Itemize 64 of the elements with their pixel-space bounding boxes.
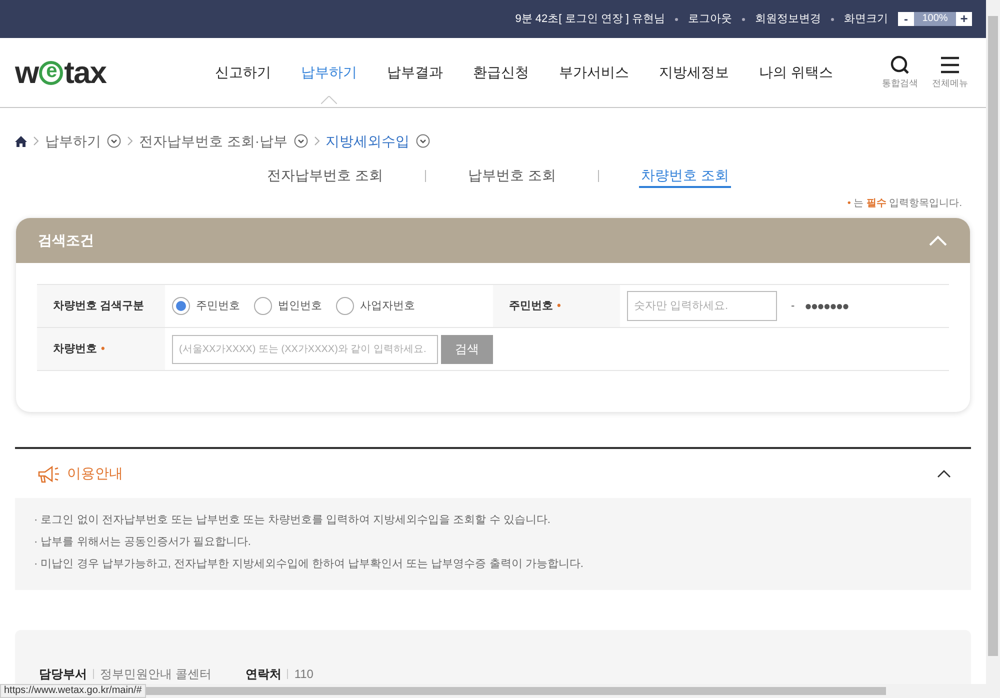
chevron-down-icon	[416, 134, 430, 148]
search-icon	[890, 54, 910, 75]
panel-title: 검색조건	[38, 231, 94, 250]
tab[interactable]: 납부번호 조회	[466, 164, 558, 188]
radio-button[interactable]	[172, 297, 190, 315]
breadcrumb-link[interactable]: 전자납부번호 조회·납부	[139, 130, 288, 152]
tab-pointer-icon	[321, 96, 337, 104]
status-url-tooltip: https://www.wetax.go.kr/main/#	[0, 684, 146, 698]
chevron-down-icon	[294, 134, 308, 148]
breadcrumb-link[interactable]: 지방세외수입	[326, 130, 410, 152]
contact-value: 110	[294, 666, 314, 683]
required-note: • 는 필수 입력항목입니다.	[847, 197, 962, 210]
menu-button[interactable]: 전체메뉴	[932, 54, 968, 90]
nav-item[interactable]: 납부하기	[301, 62, 357, 83]
input-field[interactable]: 숫자만 입력하세요.	[627, 291, 777, 321]
megaphone-icon	[37, 464, 61, 482]
search-button[interactable]: 통합검색	[882, 54, 918, 90]
tab[interactable]: 전자납부번호 조회	[265, 164, 386, 188]
section-title: 이용안내	[67, 464, 123, 483]
separator-dot-icon	[831, 18, 834, 20]
collapse-button[interactable]	[937, 468, 951, 478]
masked-digits: ●●●●●●●	[804, 298, 848, 315]
zoom-value: 100%	[914, 12, 956, 26]
nav-item[interactable]: 납부결과	[387, 62, 443, 83]
nav-item[interactable]: 나의 위택스	[759, 62, 833, 83]
top-link[interactable]: 회원정보변경	[755, 10, 821, 28]
breadcrumb-link[interactable]: 납부하기	[45, 130, 101, 152]
nav-item[interactable]: 신고하기	[215, 62, 271, 83]
field-label: 차량번호 검색구분	[37, 285, 165, 327]
zoom-out-button[interactable]: -	[898, 12, 914, 26]
separator-dot-icon	[675, 18, 678, 20]
zoom-in-button[interactable]: +	[956, 12, 972, 26]
separator-dot-icon	[742, 18, 745, 20]
guide-text: · 미납인 경우 납부가능하고, 전자납부한 지방세외수입에 한하여 납부확인서 또는 납부영수증 출력이 가능합니다.	[34, 557, 584, 572]
chevron-up-icon	[928, 234, 948, 248]
radio-button[interactable]	[254, 297, 272, 315]
nav-item[interactable]: 부가서비스	[559, 62, 629, 83]
vertical-scrollbar[interactable]	[986, 0, 1000, 698]
dash-text: -	[791, 298, 795, 314]
top-link[interactable]: 로그아웃	[688, 10, 732, 28]
tab[interactable]: 차량번호 조회	[638, 164, 731, 188]
chevron-right-icon	[127, 136, 133, 146]
guide-text: · 납부를 위해서는 공동인증서가 필요합니다.	[34, 535, 252, 550]
contact-label: 담당부서	[39, 666, 87, 683]
zoom-label: 화면크기	[844, 12, 888, 27]
field-label: 차량번호 •	[37, 328, 165, 370]
session-text: 9분 42초[ 로그인 연장 ] 유현님	[515, 12, 665, 27]
nav-item[interactable]: 환급신청	[473, 62, 529, 83]
guide-text: · 로그인 없이 전자납부번호 또는 납부번호 또는 차량번호를 입력하여 지방세외수입을 조회할 수 있습니다.	[34, 513, 552, 528]
contact-value: 정부민원안내 콜센터	[100, 666, 212, 683]
radio-option[interactable]: 주민번호	[172, 297, 240, 315]
radio-option[interactable]: 법인번호	[254, 297, 322, 315]
contact-label: 연락처	[245, 666, 282, 683]
radio-button[interactable]	[336, 297, 354, 315]
chevron-up-icon	[937, 468, 951, 478]
field-label: 주민번호 •	[493, 285, 620, 327]
chevron-down-icon	[107, 134, 121, 148]
nav-item[interactable]: 지방세정보	[659, 62, 729, 83]
input-field[interactable]: (서울XX가XXXX) 또는 (XX가XXXX)와 같이 입력하세요.	[172, 334, 438, 364]
chevron-right-icon	[314, 136, 320, 146]
menu-icon	[940, 54, 960, 75]
home-icon	[15, 136, 27, 146]
chevron-right-icon	[33, 136, 39, 146]
radio-option[interactable]: 사업자번호	[336, 297, 415, 315]
